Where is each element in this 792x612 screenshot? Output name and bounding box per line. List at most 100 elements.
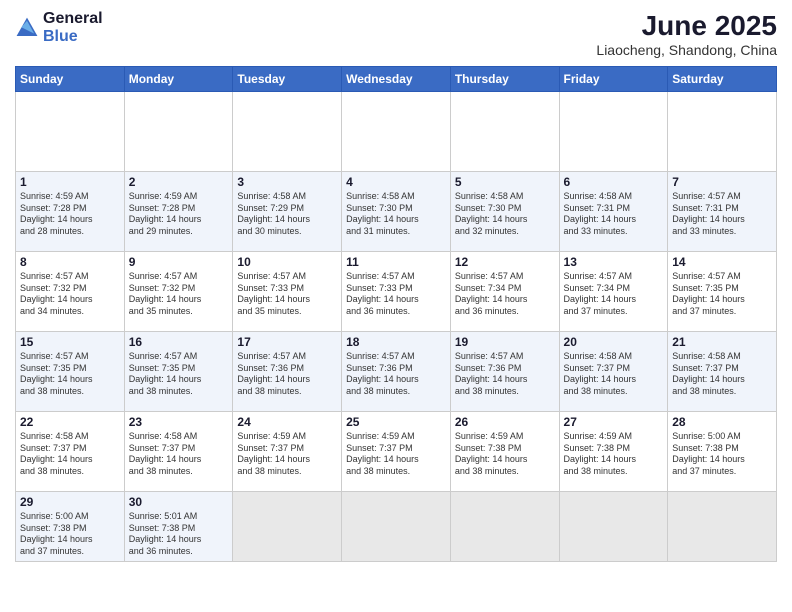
month-title: June 2025 — [596, 10, 777, 42]
day-info: Sunrise: 4:59 AM Sunset: 7:38 PM Dayligh… — [455, 431, 555, 478]
day-number: 27 — [564, 415, 664, 429]
day-number: 28 — [672, 415, 772, 429]
calendar-day-cell: 5 Sunrise: 4:58 AM Sunset: 7:30 PM Daylig… — [450, 172, 559, 252]
calendar-day-cell: 27 Sunrise: 4:59 AM Sunset: 7:38 PM Dayli… — [559, 412, 668, 492]
day-info: Sunrise: 4:57 AM Sunset: 7:35 PM Dayligh… — [672, 271, 772, 318]
day-info: Sunrise: 4:58 AM Sunset: 7:37 PM Dayligh… — [129, 431, 229, 478]
day-number: 29 — [20, 495, 120, 509]
day-info: Sunrise: 5:00 AM Sunset: 7:38 PM Dayligh… — [20, 511, 120, 558]
calendar-day-cell: 2 Sunrise: 4:59 AM Sunset: 7:28 PM Daylig… — [124, 172, 233, 252]
day-number: 19 — [455, 335, 555, 349]
day-number: 30 — [129, 495, 229, 509]
calendar-day-cell — [559, 92, 668, 172]
logo-icon — [15, 16, 39, 40]
day-number: 2 — [129, 175, 229, 189]
calendar-day-cell — [16, 92, 125, 172]
day-of-week-header: Monday — [124, 67, 233, 92]
day-info: Sunrise: 4:57 AM Sunset: 7:36 PM Dayligh… — [455, 351, 555, 398]
calendar-day-cell: 11 Sunrise: 4:57 AM Sunset: 7:33 PM Dayli… — [342, 252, 451, 332]
day-info: Sunrise: 4:59 AM Sunset: 7:37 PM Dayligh… — [346, 431, 446, 478]
calendar-day-cell: 3Sunrise: 4:58 AM Sunset: 7:29 PM Daylig… — [233, 172, 342, 252]
calendar-week-row: 15Sunrise: 4:57 AM Sunset: 7:35 PM Dayli… — [16, 332, 777, 412]
calendar-table: SundayMondayTuesdayWednesdayThursdayFrid… — [15, 66, 777, 562]
calendar-day-cell: 30Sunrise: 5:01 AM Sunset: 7:38 PM Dayli… — [124, 492, 233, 562]
calendar-day-cell: 10 Sunrise: 4:57 AM Sunset: 7:33 PM Dayli… — [233, 252, 342, 332]
calendar-day-cell: 28 Sunrise: 5:00 AM Sunset: 7:38 PM Dayli… — [668, 412, 777, 492]
calendar-week-row: 1 Sunrise: 4:59 AM Sunset: 7:28 PM Daylig… — [16, 172, 777, 252]
day-number: 25 — [346, 415, 446, 429]
day-of-week-header: Friday — [559, 67, 668, 92]
day-number: 12 — [455, 255, 555, 269]
day-number: 23 — [129, 415, 229, 429]
day-number: 7 — [672, 175, 772, 189]
calendar-day-cell: 19 Sunrise: 4:57 AM Sunset: 7:36 PM Dayli… — [450, 332, 559, 412]
day-number: 4 — [346, 175, 446, 189]
calendar-header-row: SundayMondayTuesdayWednesdayThursdayFrid… — [16, 67, 777, 92]
day-info: Sunrise: 4:57 AM Sunset: 7:36 PM Dayligh… — [346, 351, 446, 398]
calendar-day-cell — [124, 92, 233, 172]
day-number: 13 — [564, 255, 664, 269]
day-info: Sunrise: 4:57 AM Sunset: 7:32 PM Dayligh… — [129, 271, 229, 318]
day-info: Sunrise: 4:57 AM Sunset: 7:36 PM Dayligh… — [237, 351, 337, 398]
calendar-day-cell — [668, 92, 777, 172]
day-info: Sunrise: 4:58 AM Sunset: 7:30 PM Dayligh… — [346, 191, 446, 238]
day-info: Sunrise: 4:57 AM Sunset: 7:33 PM Dayligh… — [346, 271, 446, 318]
day-of-week-header: Sunday — [16, 67, 125, 92]
calendar-day-cell — [233, 492, 342, 562]
calendar-day-cell: 17 Sunrise: 4:57 AM Sunset: 7:36 PM Dayli… — [233, 332, 342, 412]
day-info: Sunrise: 4:58 AM Sunset: 7:37 PM Dayligh… — [20, 431, 120, 478]
calendar-day-cell: 8Sunrise: 4:57 AM Sunset: 7:32 PM Daylig… — [16, 252, 125, 332]
calendar-day-cell: 22Sunrise: 4:58 AM Sunset: 7:37 PM Dayli… — [16, 412, 125, 492]
day-info: Sunrise: 4:57 AM Sunset: 7:35 PM Dayligh… — [20, 351, 120, 398]
day-number: 1 — [20, 175, 120, 189]
day-info: Sunrise: 4:57 AM Sunset: 7:31 PM Dayligh… — [672, 191, 772, 238]
location: Liaocheng, Shandong, China — [596, 42, 777, 58]
calendar-day-cell: 21Sunrise: 4:58 AM Sunset: 7:37 PM Dayli… — [668, 332, 777, 412]
calendar-day-cell — [342, 92, 451, 172]
day-number: 10 — [237, 255, 337, 269]
calendar-day-cell: 18 Sunrise: 4:57 AM Sunset: 7:36 PM Dayli… — [342, 332, 451, 412]
logo: General Blue — [15, 10, 103, 46]
day-number: 8 — [20, 255, 120, 269]
calendar-day-cell: 13 Sunrise: 4:57 AM Sunset: 7:34 PM Dayli… — [559, 252, 668, 332]
day-number: 17 — [237, 335, 337, 349]
day-info: Sunrise: 4:57 AM Sunset: 7:33 PM Dayligh… — [237, 271, 337, 318]
calendar-day-cell: 1 Sunrise: 4:59 AM Sunset: 7:28 PM Daylig… — [16, 172, 125, 252]
day-number: 9 — [129, 255, 229, 269]
day-number: 11 — [346, 255, 446, 269]
day-number: 14 — [672, 255, 772, 269]
day-info: Sunrise: 4:57 AM Sunset: 7:34 PM Dayligh… — [455, 271, 555, 318]
day-number: 20 — [564, 335, 664, 349]
day-number: 18 — [346, 335, 446, 349]
calendar-day-cell: 7 Sunrise: 4:57 AM Sunset: 7:31 PM Daylig… — [668, 172, 777, 252]
day-info: Sunrise: 4:59 AM Sunset: 7:37 PM Dayligh… — [237, 431, 337, 478]
logo-text: General Blue — [43, 10, 103, 46]
calendar-week-row: 8 Sunrise: 4:57 AM Sunset: 7:32 PM Daylig… — [16, 252, 777, 332]
day-info: Sunrise: 4:58 AM Sunset: 7:37 PM Dayligh… — [564, 351, 664, 398]
day-info: Sunrise: 4:59 AM Sunset: 7:28 PM Dayligh… — [20, 191, 120, 238]
day-of-week-header: Thursday — [450, 67, 559, 92]
day-info: Sunrise: 4:57 AM Sunset: 7:34 PM Dayligh… — [564, 271, 664, 318]
day-number: 6 — [564, 175, 664, 189]
calendar-day-cell — [450, 492, 559, 562]
day-info: Sunrise: 4:58 AM Sunset: 7:30 PM Dayligh… — [455, 191, 555, 238]
day-number: 3 — [237, 175, 337, 189]
day-number: 26 — [455, 415, 555, 429]
calendar-day-cell: 25 Sunrise: 4:59 AM Sunset: 7:37 PM Dayli… — [342, 412, 451, 492]
calendar-day-cell: 24Sunrise: 4:59 AM Sunset: 7:37 PM Dayli… — [233, 412, 342, 492]
calendar-day-cell — [233, 92, 342, 172]
day-info: Sunrise: 5:00 AM Sunset: 7:38 PM Dayligh… — [672, 431, 772, 478]
day-number: 5 — [455, 175, 555, 189]
day-info: Sunrise: 4:59 AM Sunset: 7:38 PM Dayligh… — [564, 431, 664, 478]
day-of-week-header: Wednesday — [342, 67, 451, 92]
calendar-day-cell: 6 Sunrise: 4:58 AM Sunset: 7:31 PM Daylig… — [559, 172, 668, 252]
day-number: 16 — [129, 335, 229, 349]
day-info: Sunrise: 4:58 AM Sunset: 7:31 PM Dayligh… — [564, 191, 664, 238]
calendar-week-row: 22Sunrise: 4:58 AM Sunset: 7:37 PM Dayli… — [16, 412, 777, 492]
calendar-day-cell: 15Sunrise: 4:57 AM Sunset: 7:35 PM Dayli… — [16, 332, 125, 412]
calendar-day-cell: 9 Sunrise: 4:57 AM Sunset: 7:32 PM Daylig… — [124, 252, 233, 332]
day-info: Sunrise: 4:59 AM Sunset: 7:28 PM Dayligh… — [129, 191, 229, 238]
calendar-day-cell — [559, 492, 668, 562]
header: General Blue June 2025 Liaocheng, Shando… — [15, 10, 777, 58]
calendar-day-cell: 4 Sunrise: 4:58 AM Sunset: 7:30 PM Daylig… — [342, 172, 451, 252]
